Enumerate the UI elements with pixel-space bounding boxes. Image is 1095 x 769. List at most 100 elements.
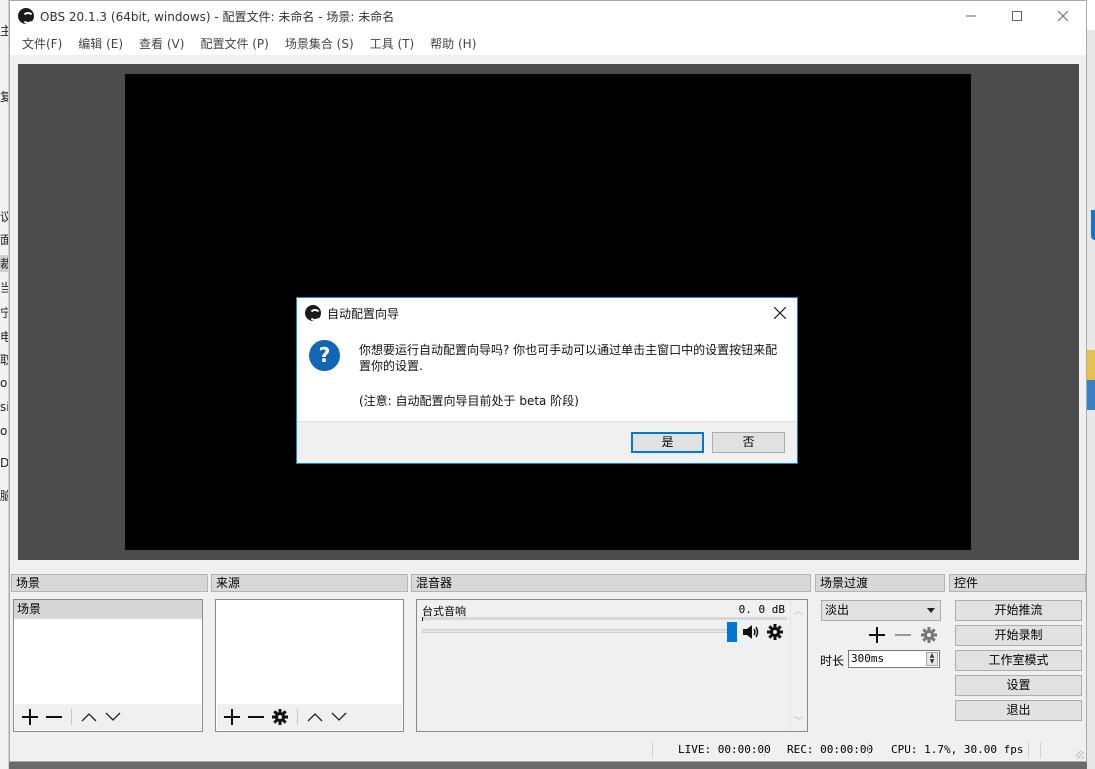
background-text: si [0, 400, 9, 414]
yes-button[interactable]: 是 [631, 432, 704, 453]
background-text: 脑 [0, 487, 8, 504]
status-bar: LIVE: 00:00:00 REC: 00:00:00 CPU: 1.7%, … [10, 739, 1086, 761]
mixer-dock-header: 混音器 [411, 574, 811, 592]
add-transition-button[interactable] [869, 627, 885, 646]
background-text: 取 [0, 351, 8, 368]
status-separator [652, 742, 653, 758]
mute-button[interactable] [743, 624, 761, 643]
rec-status: REC: 00:00:00 [787, 743, 874, 756]
menu-view[interactable]: 查看 (V) [131, 35, 192, 52]
studio-mode-button[interactable]: 工作室模式 [955, 650, 1082, 671]
minus-icon [248, 716, 264, 718]
menu-edit[interactable]: 编辑 (E) [70, 35, 131, 52]
obs-logo-icon [18, 8, 34, 24]
scroll-up-icon[interactable]: ︿ [794, 604, 803, 617]
plus-icon [224, 709, 240, 725]
toolbar-separator [71, 709, 72, 725]
background-window-left: 主 复 议 面 裁 当 宁 电 取 o si ob D 脑 [0, 0, 9, 769]
background-text: ob [0, 424, 8, 438]
dialog-close-button[interactable] [769, 302, 791, 324]
chevron-up-icon [307, 713, 323, 722]
background-text: o [0, 376, 8, 390]
menu-help[interactable]: 帮助 (H) [422, 35, 484, 52]
exit-button[interactable]: 退出 [955, 700, 1082, 721]
scenes-dock-header: 场景 [11, 574, 208, 592]
remove-transition-button[interactable] [895, 627, 911, 646]
background-text: 主 [0, 22, 8, 39]
spin-arrows[interactable]: ▲ ▼ [926, 652, 938, 666]
settings-button[interactable]: 设置 [955, 675, 1082, 696]
speaker-icon [743, 625, 759, 639]
add-scene-button[interactable] [19, 706, 41, 728]
gear-icon [921, 627, 937, 643]
status-separator [764, 742, 765, 758]
remove-scene-button[interactable] [43, 706, 65, 728]
move-scene-up-button[interactable] [78, 706, 100, 728]
toolbar-separator [297, 709, 298, 725]
sources-toolbar [217, 704, 402, 730]
duration-value: 300ms [851, 652, 885, 665]
chevron-down-icon [105, 712, 121, 721]
gear-icon [272, 709, 288, 725]
window-title: OBS 20.1.3 (64bit, windows) - 配置文件: 未命名 … [40, 9, 395, 24]
transitions-dock-header: 场景过渡 [815, 574, 945, 592]
channel-level: 0. 0 dB [738, 603, 785, 616]
menu-bar: 文件(F) 编辑 (E) 查看 (V) 配置文件 (P) 场景集合 (S) 工具… [10, 31, 1086, 55]
start-recording-button[interactable]: 开始录制 [955, 625, 1082, 646]
volume-slider-handle[interactable] [727, 622, 737, 642]
dropdown-arrow-icon [927, 608, 935, 613]
status-separator [1028, 742, 1029, 758]
question-icon: ? [309, 340, 340, 371]
dialog-note: (注意: 自动配置向导目前处于 beta 阶段) [359, 394, 579, 408]
scene-list-item[interactable]: 场景 [14, 600, 202, 619]
channel-settings-button[interactable] [767, 624, 783, 643]
background-text: 裁 [0, 255, 8, 272]
background-text: D [0, 456, 9, 470]
transition-select[interactable]: 淡出 [821, 600, 941, 621]
background-text: 宁 [0, 304, 8, 321]
minus-icon [895, 634, 911, 636]
scenes-list[interactable]: 场景 [13, 599, 203, 732]
no-button[interactable]: 否 [712, 432, 785, 453]
transition-properties-button[interactable] [921, 627, 937, 646]
live-status: LIVE: 00:00:00 [678, 743, 771, 756]
sources-dock-header: 来源 [211, 574, 408, 592]
duration-spinbox[interactable]: 300ms ▲ ▼ [848, 650, 940, 668]
gear-icon [767, 624, 783, 640]
menu-profile[interactable]: 配置文件 (P) [192, 35, 276, 52]
dialog-title-bar[interactable]: 自动配置向导 [297, 298, 797, 328]
remove-source-button[interactable] [245, 706, 267, 728]
menu-scene-collection[interactable]: 场景集合 (S) [277, 35, 362, 52]
minus-icon [46, 716, 62, 718]
add-source-button[interactable] [221, 706, 243, 728]
move-scene-down-button[interactable] [102, 706, 124, 728]
background-text: 复 [0, 88, 8, 105]
menu-tools[interactable]: 工具 (T) [362, 35, 423, 52]
move-source-up-button[interactable] [304, 706, 326, 728]
start-streaming-button[interactable]: 开始推流 [955, 600, 1082, 621]
close-icon [774, 307, 786, 319]
maximize-button[interactable] [994, 1, 1040, 31]
mixer-scrollbar[interactable]: ︿ ﹀ [790, 600, 807, 731]
controls-dock-header: 控件 [949, 574, 1086, 592]
minimize-button[interactable] [948, 1, 994, 31]
chevron-down-icon [331, 712, 347, 721]
scroll-down-icon[interactable]: ﹀ [794, 714, 803, 727]
auto-config-dialog: 自动配置向导 ? 你想要运行自动配置向导吗? 你也可手动可以通过单击主窗口中的设… [296, 297, 798, 464]
minimize-icon [966, 15, 976, 17]
dialog-message: 你想要运行自动配置向导吗? 你也可手动可以通过单击主窗口中的设置按钮来配置你的设… [359, 343, 778, 373]
sources-list[interactable] [215, 599, 404, 732]
plus-icon [869, 627, 885, 643]
close-icon [1058, 11, 1068, 21]
background-text: 议 [0, 208, 8, 225]
transition-selected: 淡出 [825, 603, 850, 617]
resize-grip[interactable] [1076, 751, 1084, 759]
close-button[interactable] [1040, 1, 1086, 31]
background-window-right [1087, 0, 1095, 769]
menu-file[interactable]: 文件(F) [14, 35, 70, 52]
title-bar[interactable]: OBS 20.1.3 (64bit, windows) - 配置文件: 未命名 … [10, 1, 1086, 31]
move-source-down-button[interactable] [328, 706, 350, 728]
source-properties-button[interactable] [269, 706, 291, 728]
volume-slider-track[interactable] [422, 629, 735, 633]
duration-label: 时长 [820, 654, 845, 668]
